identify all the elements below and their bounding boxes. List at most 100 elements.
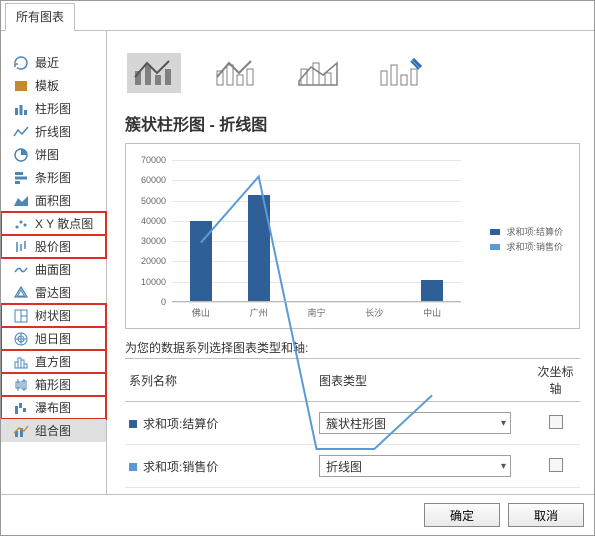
sidebar-item-template[interactable]: 模板 (1, 74, 106, 97)
radar-icon (13, 285, 29, 301)
dialog-footer: 确定 取消 (1, 494, 594, 535)
series-name: 求和项:销售价 (143, 460, 218, 474)
column-icon (13, 101, 29, 117)
tab-strip: 所有图表 (1, 1, 594, 31)
y-tick: 20000 (141, 256, 166, 266)
cancel-button[interactable]: 取消 (508, 503, 584, 527)
series-type-dropdown[interactable]: 折线图 ▾ (319, 455, 511, 477)
series-head-axis: 次坐标轴 (531, 359, 580, 401)
combo-subtype-icon (377, 55, 423, 92)
sidebar-item-column[interactable]: 柱形图 (1, 97, 106, 120)
recent-icon (13, 55, 29, 71)
treemap-icon (13, 308, 29, 324)
secondary-axis-checkbox[interactable] (549, 415, 563, 429)
combo-subtype-combo-custom[interactable] (373, 53, 427, 93)
sidebar-item-label: 直方图 (35, 353, 71, 370)
sidebar-item-label: 雷达图 (35, 284, 71, 301)
sidebar-item-sunburst[interactable]: 旭日图 (1, 327, 106, 350)
plot-area (172, 160, 461, 302)
sidebar-item-waterfall[interactable]: 瀑布图 (1, 396, 106, 419)
sidebar-item-label: 组合图 (35, 422, 71, 439)
combo-subtype-row (125, 49, 580, 111)
sidebar-item-label: 树状图 (35, 307, 71, 324)
combo-subtype-combo-bar-line[interactable] (127, 53, 181, 93)
y-tick: 30000 (141, 236, 166, 246)
sidebar-item-pie[interactable]: 饼图 (1, 143, 106, 166)
area-icon (13, 193, 29, 209)
sidebar-item-treemap[interactable]: 树状图 (1, 304, 106, 327)
series-swatch (129, 420, 137, 428)
sidebar-item-recent[interactable]: 最近 (1, 51, 106, 74)
chevron-down-icon: ▾ (501, 461, 506, 472)
sidebar-item-label: X Y 散点图 (35, 215, 93, 232)
sidebar-item-label: 最近 (35, 54, 59, 71)
y-tick: 0 (161, 297, 166, 307)
sidebar-item-bar[interactable]: 条形图 (1, 166, 106, 189)
sidebar-item-area[interactable]: 面积图 (1, 189, 106, 212)
chart-subtype-title: 簇状柱形图 - 折线图 (125, 111, 580, 135)
sidebar-item-surface[interactable]: 曲面图 (1, 258, 106, 281)
legend-swatch (490, 229, 500, 235)
ok-button[interactable]: 确定 (424, 503, 500, 527)
sidebar-item-radar[interactable]: 雷达图 (1, 281, 106, 304)
tab-all-charts[interactable]: 所有图表 (5, 3, 75, 31)
line-series (172, 160, 461, 449)
scatter-icon (13, 216, 29, 232)
sidebar-item-label: 股价图 (35, 238, 71, 255)
sidebar-item-line[interactable]: 折线图 (1, 120, 106, 143)
legend-swatch (490, 244, 500, 250)
y-tick: 60000 (141, 175, 166, 185)
combo-subtype-combo-bar-area[interactable] (291, 53, 345, 93)
dialog-body: 最近模板柱形图折线图饼图条形图面积图X Y 散点图股价图曲面图雷达图树状图旭日图… (1, 31, 594, 494)
legend-item: 求和项:销售价 (490, 240, 563, 253)
combo-subtype-icon (131, 55, 177, 92)
template-icon (13, 78, 29, 94)
sidebar-item-boxplot[interactable]: 箱形图 (1, 373, 106, 396)
sidebar-item-label: 模板 (35, 77, 59, 94)
combo-subtype-combo-bar-line-alt[interactable] (209, 53, 263, 93)
insert-chart-dialog: 所有图表 最近模板柱形图折线图饼图条形图面积图X Y 散点图股价图曲面图雷达图树… (0, 0, 595, 536)
dropdown-value: 折线图 (326, 458, 362, 475)
sidebar-item-combo[interactable]: 组合图 (1, 419, 106, 442)
sidebar-item-label: 面积图 (35, 192, 71, 209)
series-swatch (129, 463, 137, 471)
x-label: 广州 (250, 306, 268, 319)
combo-subtype-icon (213, 55, 259, 92)
sidebar-item-label: 饼图 (35, 146, 59, 163)
series-row: 求和项:销售价 折线图 ▾ (125, 445, 580, 488)
y-tick: 10000 (141, 277, 166, 287)
sidebar-item-stock[interactable]: 股价图 (1, 235, 106, 258)
chart-legend: 求和项:结算价求和项:销售价 (490, 223, 563, 255)
chart-area: 010000200003000040000500006000070000 佛山广… (134, 152, 571, 326)
y-tick: 70000 (141, 155, 166, 165)
sidebar-item-scatter[interactable]: X Y 散点图 (1, 212, 106, 235)
bar-icon (13, 170, 29, 186)
chart-main-panel: 簇状柱形图 - 折线图 0100002000030000400005000060… (107, 31, 594, 494)
sidebar-item-label: 折线图 (35, 123, 71, 140)
legend-item: 求和项:结算价 (490, 225, 563, 238)
chevron-down-icon: ▾ (501, 418, 506, 429)
chart-type-sidebar: 最近模板柱形图折线图饼图条形图面积图 X Y 散点图股价图曲面图雷达图树状图旭日图… (1, 31, 107, 494)
sidebar-item-label: 箱形图 (35, 376, 71, 393)
sidebar-item-label: 旭日图 (35, 330, 71, 347)
surface-icon (13, 262, 29, 278)
sidebar-item-label: 柱形图 (35, 100, 71, 117)
secondary-axis-checkbox[interactable] (549, 458, 563, 472)
y-axis: 010000200003000040000500006000070000 (134, 160, 170, 302)
boxplot-icon (13, 377, 29, 393)
pie-icon (13, 147, 29, 163)
x-label: 长沙 (365, 306, 383, 319)
combo-icon (13, 423, 29, 439)
line-icon (13, 124, 29, 140)
y-tick: 50000 (141, 196, 166, 206)
x-label: 南宁 (307, 306, 325, 319)
x-axis-labels: 佛山 广州 南宁 长沙 中山 (172, 306, 461, 320)
x-label: 佛山 (192, 306, 210, 319)
x-label: 中山 (423, 306, 441, 319)
combo-subtype-icon (295, 55, 341, 92)
sidebar-item-label: 曲面图 (35, 261, 71, 278)
legend-label: 求和项:结算价 (506, 225, 563, 238)
legend-label: 求和项:销售价 (506, 240, 563, 253)
chart-preview: 010000200003000040000500006000070000 佛山广… (125, 143, 580, 329)
sidebar-item-histogram[interactable]: 直方图 (1, 350, 106, 373)
